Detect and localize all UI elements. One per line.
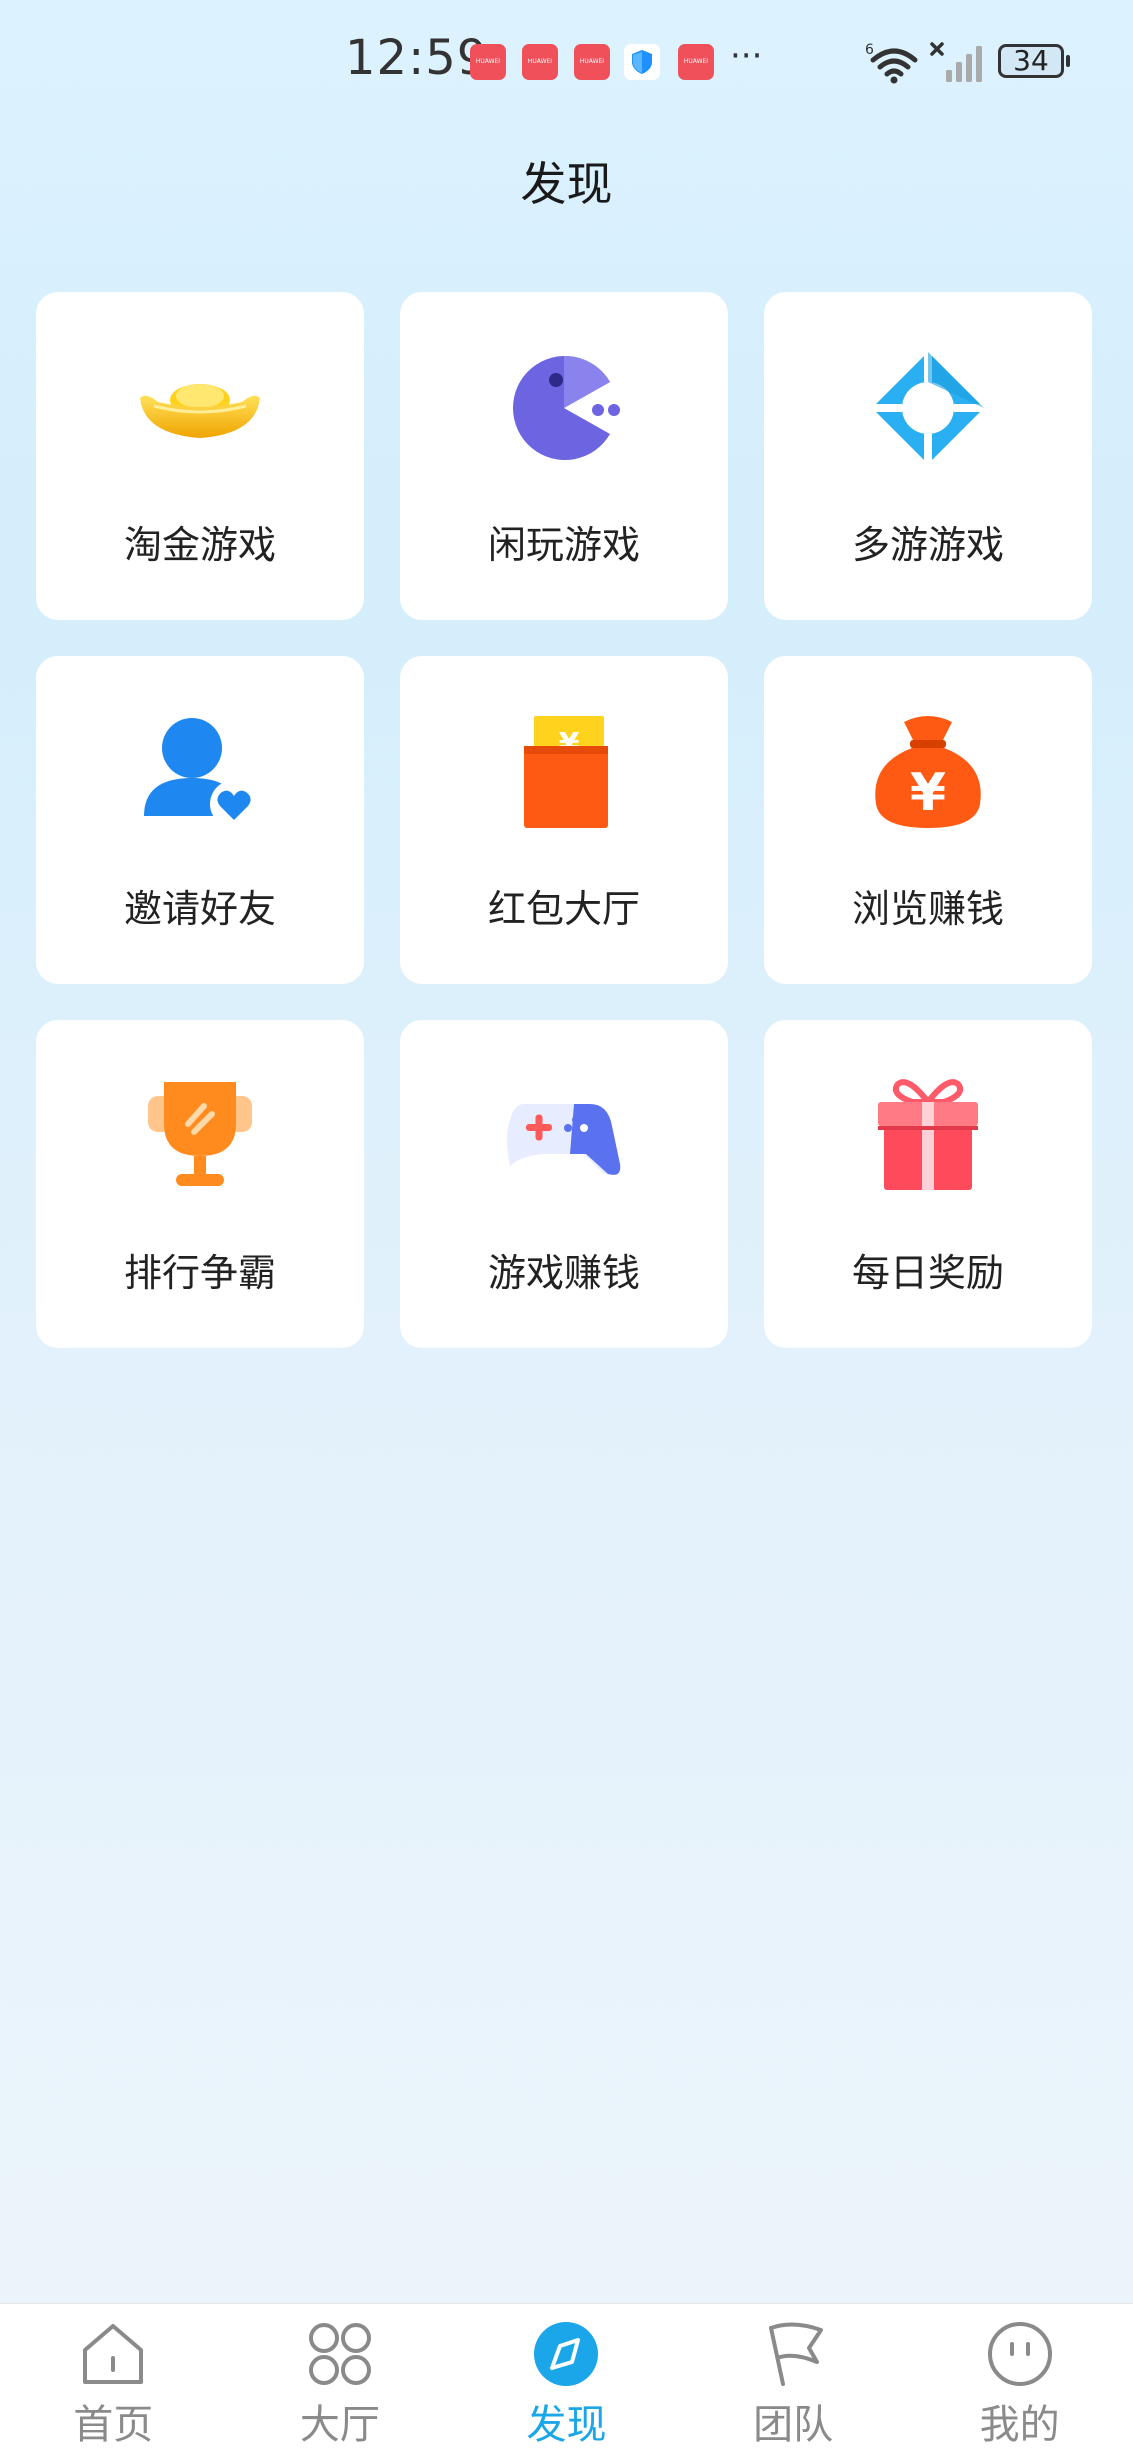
huawei-notification-icon: HUAWEI <box>522 44 558 80</box>
gift-icon <box>878 1079 978 1190</box>
card-label: 浏览赚钱 <box>851 887 1004 931</box>
trophy-icon <box>148 1082 252 1186</box>
card-gold-game[interactable]: 淘金游戏 <box>36 292 364 620</box>
red-envelope-icon: ¥ <box>524 716 608 828</box>
smiley-icon <box>987 2322 1052 2386</box>
card-browse-earn[interactable]: ¥ 浏览赚钱 <box>764 656 1092 984</box>
card-label: 红包大厅 <box>487 887 640 931</box>
huawei-notification-icon: HUAWEI <box>678 44 714 80</box>
gamepad-icon <box>507 1104 621 1175</box>
nav-team[interactable]: 团队 <box>680 2304 907 2454</box>
nav-home[interactable]: 首页 <box>0 2304 227 2454</box>
nav-label: 我的 <box>979 2402 1060 2448</box>
nav-label: 团队 <box>753 2402 834 2448</box>
shield-notification-icon <box>624 44 660 80</box>
card-label: 多游游戏 <box>851 523 1004 567</box>
nav-label: 首页 <box>73 2402 154 2448</box>
user-heart-icon <box>144 718 258 828</box>
card-label: 每日奖励 <box>851 1251 1004 1295</box>
card-ranking[interactable]: 排行争霸 <box>36 1020 364 1348</box>
pacman-icon <box>512 355 620 460</box>
nav-label: 大厅 <box>299 2402 380 2448</box>
money-bag-icon: ¥ <box>875 716 981 828</box>
grid-circles-icon <box>308 2323 371 2385</box>
page-title: 发现 <box>520 157 613 211</box>
card-invite-friends[interactable]: 邀请好友 <box>36 656 364 984</box>
home-icon <box>83 2324 144 2384</box>
card-idle-game[interactable]: 闲玩游戏 <box>400 292 728 620</box>
compass-icon <box>534 2322 599 2386</box>
svg-text:¥: ¥ <box>910 763 946 823</box>
card-red-envelope-hall[interactable]: ¥ 红包大厅 <box>400 656 728 984</box>
huawei-notification-icon: HUAWEI <box>470 44 506 80</box>
battery-indicator: 34 <box>998 44 1070 78</box>
huawei-notification-icon: HUAWEI <box>574 44 610 80</box>
nav-discover[interactable]: 发现 <box>453 2304 680 2454</box>
network-type-label: 6 <box>865 42 874 58</box>
signal-icon <box>930 42 982 82</box>
nav-mine[interactable]: 我的 <box>906 2304 1133 2454</box>
status-time: 12:59 <box>345 30 489 86</box>
card-label: 排行争霸 <box>123 1251 276 1295</box>
card-label: 邀请好友 <box>123 887 276 931</box>
card-label: 闲玩游戏 <box>487 523 640 567</box>
bottom-nav: 首页 大厅 发现 团队 我的 <box>0 2303 1133 2454</box>
card-daily-reward[interactable]: 每日奖励 <box>764 1020 1092 1348</box>
card-label: 游戏赚钱 <box>487 1251 640 1295</box>
more-notifications-icon: ··· <box>730 36 763 76</box>
diamond-ring-icon <box>872 352 984 464</box>
card-multi-game[interactable]: 多游游戏 <box>764 292 1092 620</box>
status-bar: 12:59 HUAWEI HUAWEI HUAWEI HUAWEI ··· 6 … <box>0 0 1133 120</box>
nav-hall[interactable]: 大厅 <box>227 2304 454 2454</box>
nav-label: 发现 <box>526 2402 607 2448</box>
card-game-earn[interactable]: 游戏赚钱 <box>400 1020 728 1348</box>
wifi-icon: 6 <box>865 42 918 84</box>
flag-icon <box>769 2322 824 2386</box>
feature-grid: 淘金游戏 闲玩游戏 多游游戏 邀请好友 ¥ 红包大厅 ¥ 浏览赚钱 排行争霸 游… <box>36 292 1092 1348</box>
card-label: 淘金游戏 <box>123 523 276 567</box>
gold-ingot-icon <box>140 384 260 438</box>
